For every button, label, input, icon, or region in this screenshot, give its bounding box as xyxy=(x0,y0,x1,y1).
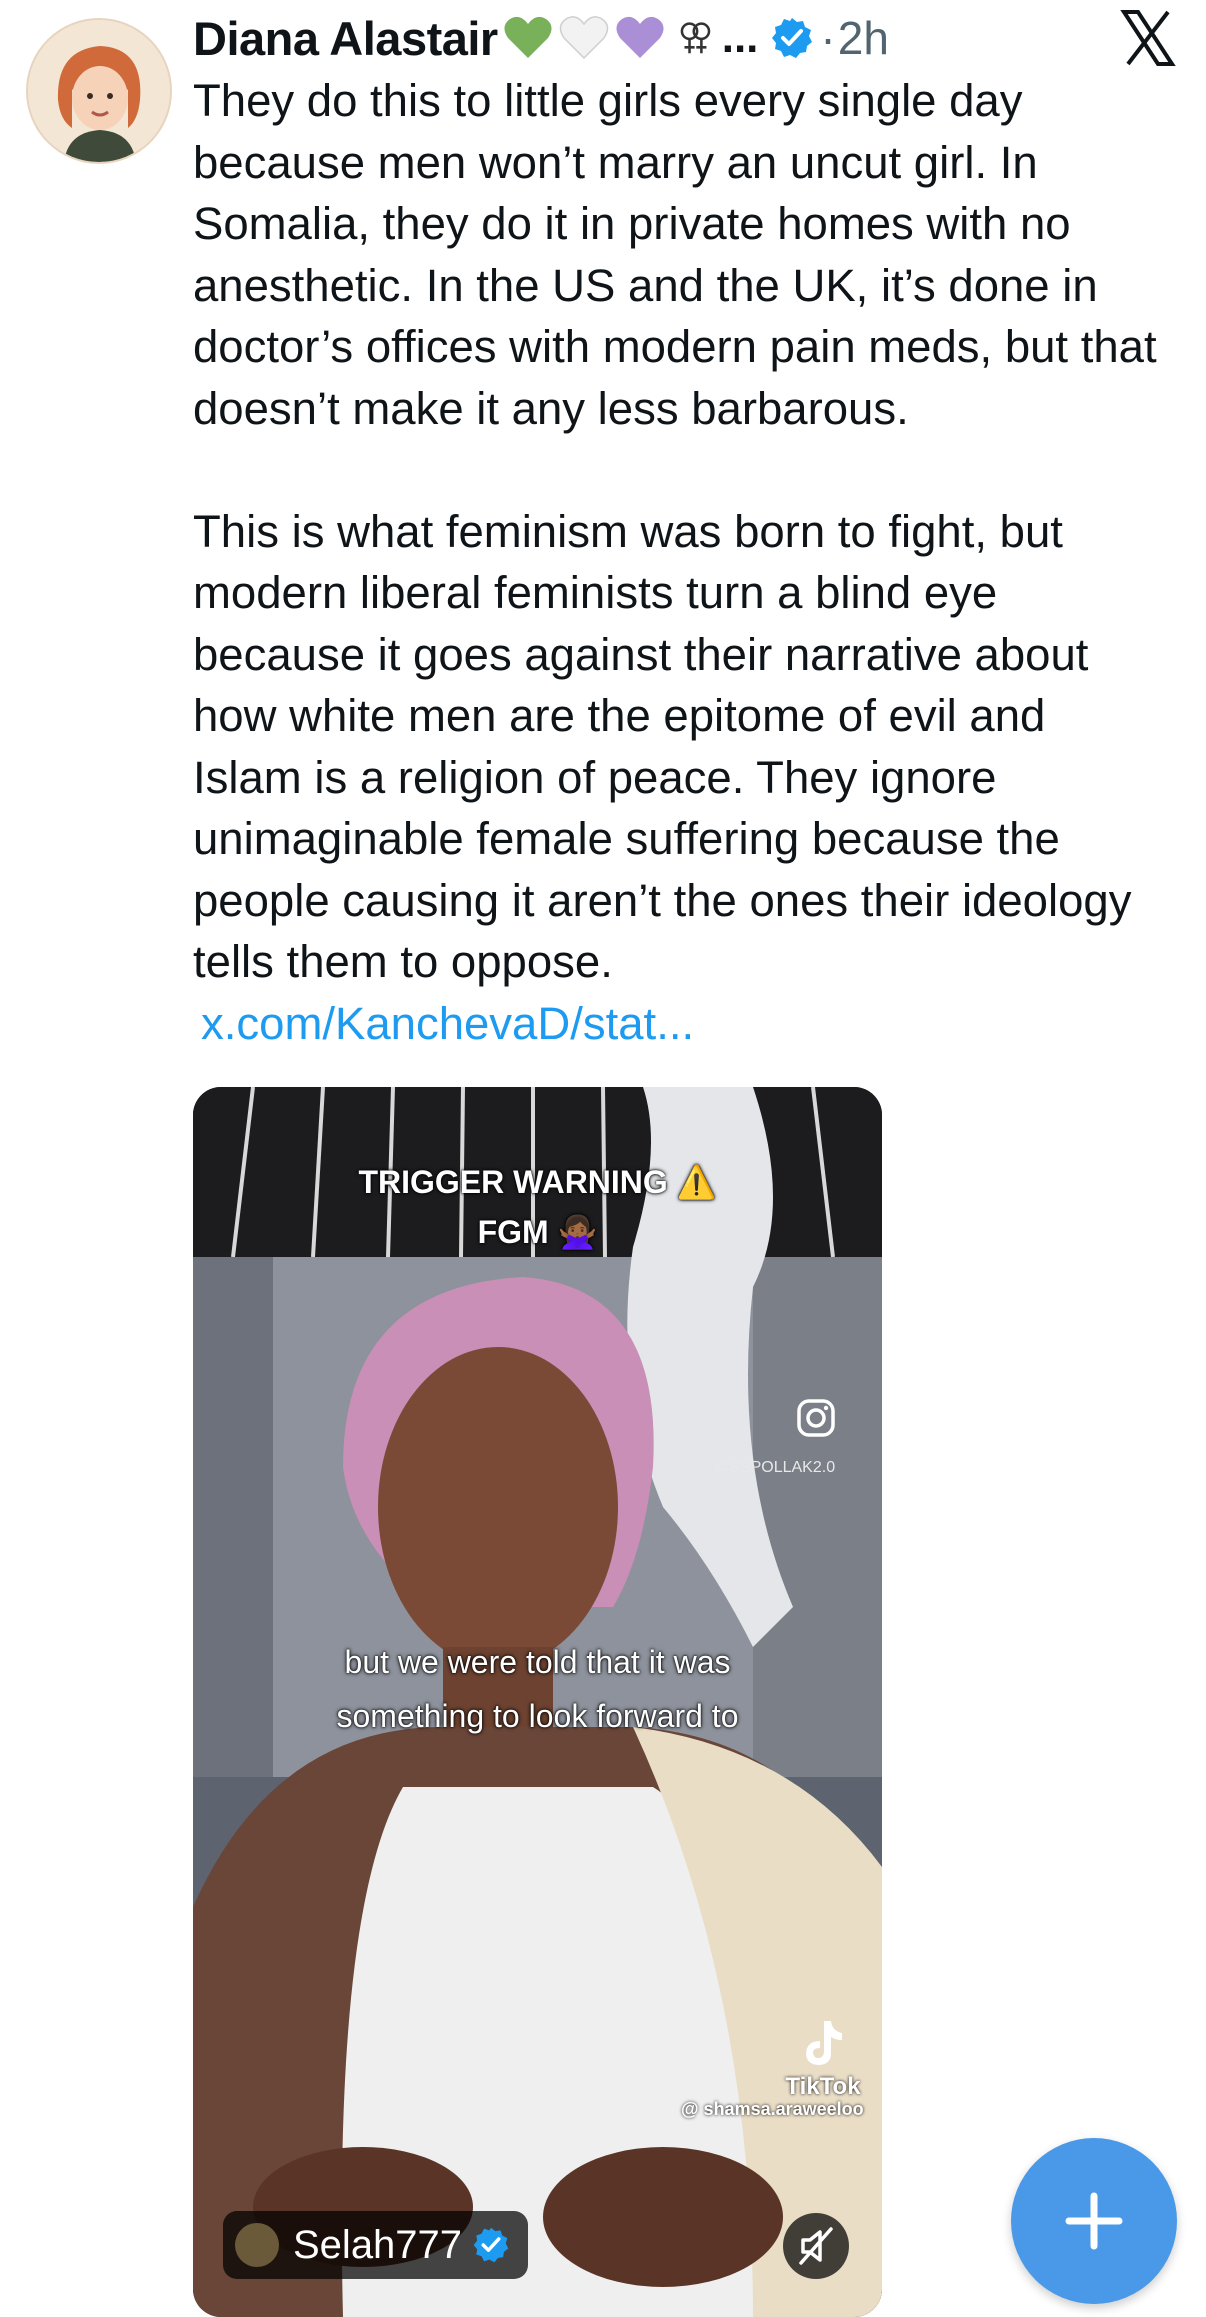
tweet-text: They do this to little girls every singl… xyxy=(193,70,1163,1054)
tiktok-icon xyxy=(806,2021,842,2065)
tiktok-watermark: TikTok xyxy=(783,2017,863,2100)
tweet-paragraph-2: This is what feminism was born to fight,… xyxy=(193,505,1132,988)
trigger-warning-line-1: TRIGGER WARNING ⚠️ xyxy=(358,1164,717,1200)
green-heart-icon xyxy=(504,16,552,58)
avatar-illustration xyxy=(28,20,170,162)
trigger-warning-overlay: TRIGGER WARNING ⚠️ FGM 🙅🏾‍♀️ xyxy=(193,1157,882,1257)
instagram-icon xyxy=(797,1399,835,1437)
compose-button[interactable] xyxy=(1011,2138,1177,2304)
female-symbols-icon xyxy=(680,22,711,54)
verified-badge-icon xyxy=(473,2227,509,2263)
caption-line-1: but we were told that it was xyxy=(344,1644,731,1680)
purple-heart-icon xyxy=(616,16,664,58)
tiktok-label: TikTok xyxy=(785,2073,861,2100)
author-avatar[interactable] xyxy=(26,18,172,164)
meta-separator: · xyxy=(820,12,836,64)
tweet-paragraph-1: They do this to little girls every singl… xyxy=(193,75,1157,434)
trigger-warning-line-2: FGM 🙅🏾‍♀️ xyxy=(477,1214,598,1250)
video-uploader-chip[interactable]: Selah777 xyxy=(223,2211,529,2279)
mute-button[interactable] xyxy=(783,2213,849,2279)
quoted-link[interactable]: x.com/KanchevaD/stat... xyxy=(201,993,1163,1055)
post-time[interactable]: 2h xyxy=(838,11,889,65)
plus-icon xyxy=(1065,2192,1123,2250)
x-logo-icon[interactable] xyxy=(1120,8,1176,68)
author-name[interactable]: Diana Alastair xyxy=(193,11,498,66)
video-media[interactable]: TRIGGER WARNING ⚠️ FGM 🙅🏾‍♀️ @SSPOLLAK2.… xyxy=(193,1087,882,2317)
video-caption: but we were told that it was something t… xyxy=(193,1635,882,1743)
white-heart-icon xyxy=(559,16,608,60)
tiktok-handle: @ shamsa.araweeloo xyxy=(681,2099,864,2119)
tweet-header: Diana Alastair ... · 2h xyxy=(193,8,889,68)
mute-icon xyxy=(799,2227,833,2265)
caption-line-2: something to look forward to xyxy=(336,1698,739,1734)
verified-badge-icon[interactable] xyxy=(770,16,814,60)
uploader-name: Selah777 xyxy=(293,2222,463,2267)
instagram-handle: @SSPOLLAK2.0 xyxy=(713,1459,836,1476)
uploader-avatar xyxy=(235,2223,279,2267)
name-truncation: ... xyxy=(721,13,759,62)
